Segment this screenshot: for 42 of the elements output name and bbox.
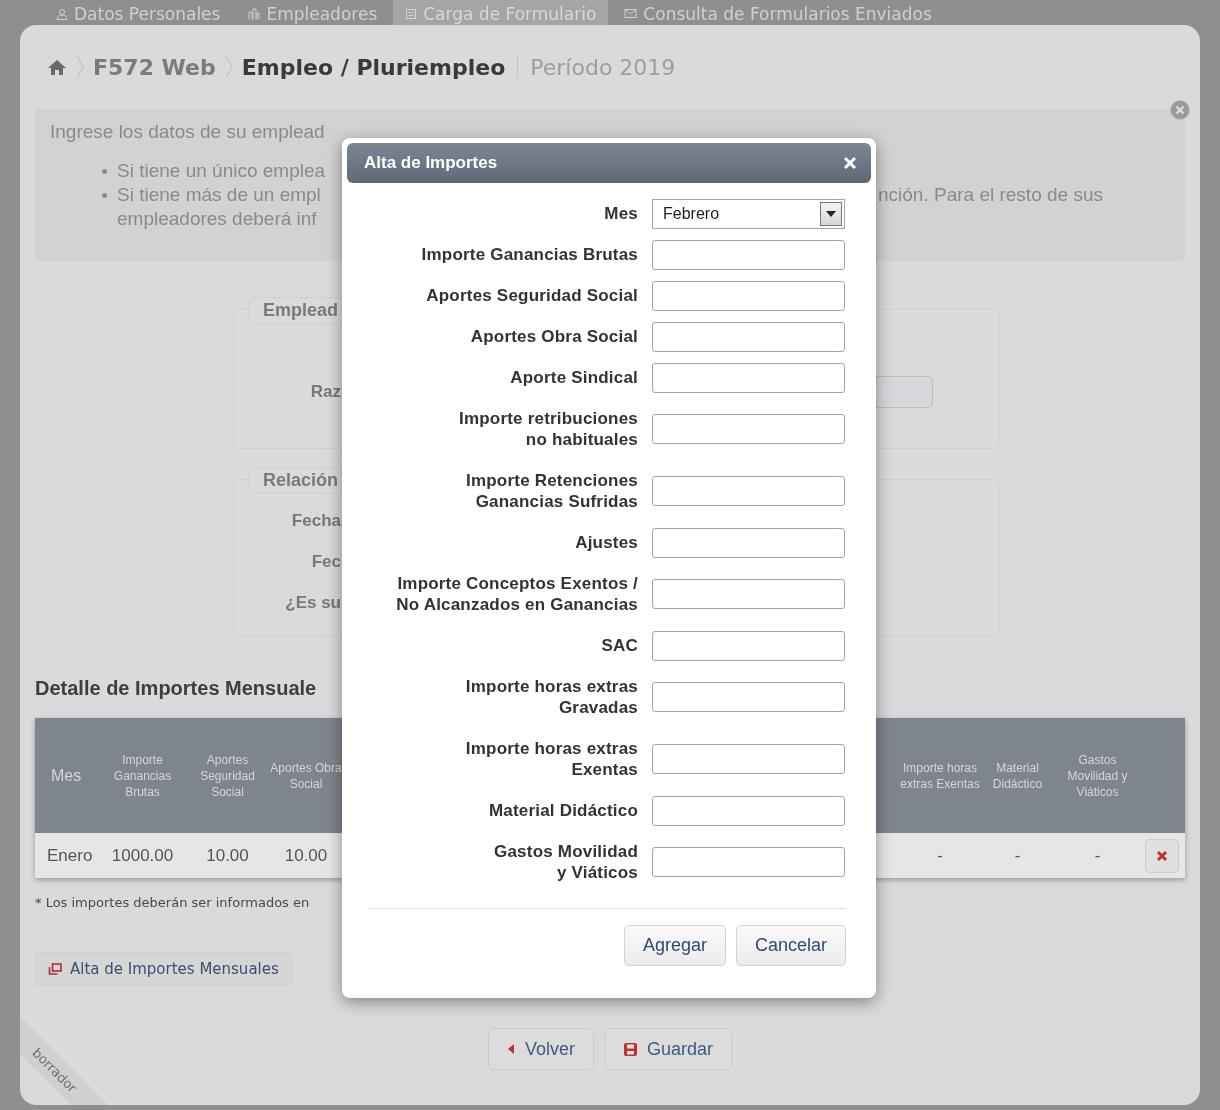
- field-label: Aportes Seguridad Social: [425, 285, 638, 307]
- field-label: SAC: [600, 635, 638, 657]
- field-label: Raz: [309, 382, 341, 402]
- table-cell-text: -: [1093, 845, 1102, 866]
- field-label: Importe Conceptos Exentos / No Alcanzados en Ganancias: [395, 573, 638, 616]
- section-title: Detalle de Importes Mensuale: [35, 677, 318, 700]
- column-header: Aportes Obra Social: [270, 759, 342, 792]
- field-label: Aporte Sindical: [509, 367, 638, 389]
- table-cell-text: -: [1013, 845, 1022, 866]
- field-label: Material Didáctico: [487, 800, 638, 822]
- bullet-text: nción. Para el resto de sus: [878, 183, 1104, 207]
- period-label: Período 2019: [530, 54, 676, 80]
- bullet-text: Si tiene más de un empl: [117, 183, 321, 207]
- bullet-text: Si tiene un único emplea: [117, 159, 326, 183]
- info-text: Ingrese los datos de su emplead: [50, 121, 326, 143]
- footnote: * Los importes deberán ser informados en: [35, 895, 311, 910]
- field-label: Gastos Movilidad y Viáticos: [493, 841, 638, 884]
- column-header: Aportes Seguridad Social: [199, 751, 256, 800]
- field-label: Importe horas extras Gravadas: [464, 676, 638, 719]
- column-header: Gastos Movilidad y Viáticos: [1066, 751, 1129, 800]
- field-label: Fec: [310, 551, 341, 572]
- field-label: Aportes Obra Social: [469, 326, 638, 348]
- field-label: ¿Es su: [284, 592, 341, 613]
- table-cell-text: -: [936, 845, 944, 866]
- column-header: Material Didáctico: [991, 759, 1044, 792]
- column-header: Importe Ganancias Brutas: [112, 751, 173, 800]
- table-cell-text: 10.00: [205, 845, 250, 866]
- field-label: Importe Retenciones Ganancias Sufridas: [465, 470, 638, 513]
- field-label: Importe retribuciones no habituales: [458, 408, 638, 451]
- field-label: Importe Ganancias Brutas: [420, 244, 638, 266]
- column-header: Mes: [50, 767, 83, 784]
- table-cell-text: Enero: [46, 845, 94, 866]
- breadcrumb-item: Empleo / Pluriempleo: [241, 54, 506, 80]
- field-label: Importe horas extras Exentas: [464, 738, 638, 781]
- table-cell-text: 10.00: [283, 845, 329, 866]
- table-cell-text: 1000.00: [110, 845, 175, 866]
- column-header: Importe horas extras Exentas: [900, 759, 980, 792]
- bullet-text: empleadores deberá inf: [117, 207, 317, 231]
- dialog-title: Alta de Importes: [364, 153, 498, 173]
- field-label: Ajustes: [574, 532, 638, 554]
- field-label: Fecha: [290, 510, 341, 531]
- field-label: Mes: [603, 203, 638, 225]
